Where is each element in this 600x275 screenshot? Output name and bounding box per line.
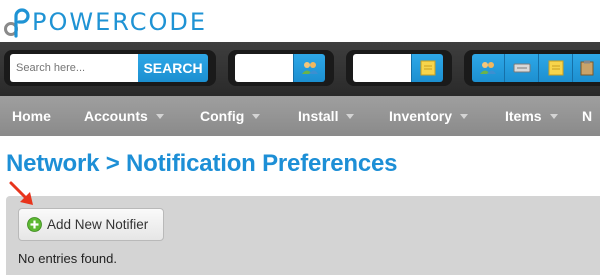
shortcut-equipment-button[interactable] bbox=[504, 54, 538, 82]
chevron-down-icon bbox=[460, 113, 469, 119]
annotation-arrow-icon bbox=[9, 181, 33, 205]
powercode-logo[interactable]: POWERCODE bbox=[4, 4, 244, 40]
shortcut-tickets-button[interactable] bbox=[538, 54, 572, 82]
powercode-logo-icon bbox=[4, 8, 30, 38]
search-button[interactable]: SEARCH bbox=[138, 54, 208, 82]
nav-item-items[interactable]: Items bbox=[505, 96, 558, 136]
empty-state-message: No entries found. bbox=[18, 251, 118, 266]
brand-name: POWERCODE bbox=[32, 8, 208, 36]
nav-item-install[interactable]: Install bbox=[298, 96, 355, 136]
shortcut-customers-button[interactable] bbox=[472, 54, 504, 82]
customer-lookup-input[interactable] bbox=[235, 54, 293, 82]
add-new-notifier-button[interactable]: Add New Notifier bbox=[18, 208, 164, 241]
nav-item-label: Items bbox=[505, 108, 542, 124]
user-group-icon bbox=[301, 62, 318, 74]
top-toolbar: SEARCH bbox=[0, 42, 600, 96]
nav-item-label: Inventory bbox=[389, 108, 453, 124]
nav-item-more[interactable]: N bbox=[582, 96, 592, 136]
main-nav: Home Accounts Config Install Inventory I… bbox=[0, 96, 600, 136]
page-title: Network > Notification Preferences bbox=[6, 150, 398, 177]
chevron-down-icon bbox=[252, 113, 261, 119]
nav-item-config[interactable]: Config bbox=[200, 96, 261, 136]
server-icon bbox=[513, 63, 530, 73]
nav-item-accounts[interactable]: Accounts bbox=[84, 96, 164, 136]
chevron-down-icon bbox=[155, 113, 164, 119]
nav-item-home[interactable]: Home bbox=[12, 96, 51, 136]
nav-item-label: N bbox=[582, 108, 593, 124]
nav-item-label: Install bbox=[298, 108, 339, 124]
user-group-icon bbox=[480, 62, 496, 74]
sticky-note-icon bbox=[420, 60, 435, 76]
shortcut-clipboard-button[interactable] bbox=[572, 54, 600, 82]
customer-lookup-button[interactable] bbox=[293, 54, 325, 82]
nav-item-label: Accounts bbox=[84, 108, 148, 124]
chevron-down-icon bbox=[346, 113, 355, 119]
chevron-down-icon bbox=[549, 113, 558, 119]
ticket-lookup-input[interactable] bbox=[353, 54, 411, 82]
search-input[interactable] bbox=[10, 54, 138, 82]
add-circle-icon bbox=[27, 217, 42, 232]
clipboard-icon bbox=[580, 60, 593, 76]
ticket-lookup-button[interactable] bbox=[411, 54, 443, 82]
add-new-notifier-label: Add New Notifier bbox=[47, 217, 149, 232]
sticky-note-icon bbox=[548, 60, 563, 76]
nav-item-label: Home bbox=[12, 108, 51, 124]
nav-item-inventory[interactable]: Inventory bbox=[389, 96, 469, 136]
nav-item-label: Config bbox=[200, 108, 245, 124]
